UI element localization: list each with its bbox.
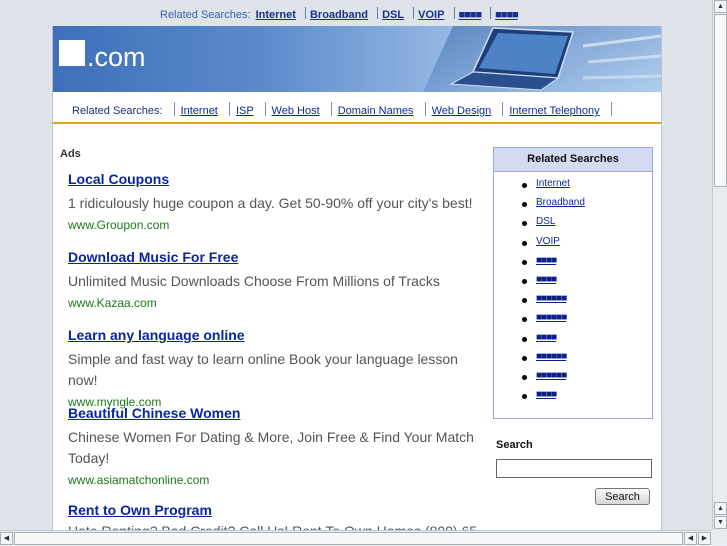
ad-url[interactable]: www.asiamatchonline.com <box>68 473 478 487</box>
nav-link-internet-telephony[interactable]: Internet Telephony <box>509 105 599 117</box>
related-link[interactable]: ■■■■■■ <box>536 293 567 304</box>
site-domain: .com <box>87 42 146 72</box>
divider <box>377 7 379 19</box>
related-link[interactable]: ■■■■■■ <box>536 312 567 323</box>
ad-url[interactable]: www.Groupon.com <box>68 218 478 232</box>
list-item: Internet <box>516 178 585 197</box>
nav-related-label: Related Searches: <box>72 105 163 117</box>
ad-description: 1 ridiculously huge coupon a day. Get 50… <box>68 195 473 211</box>
top-link-broadband[interactable]: Broadband <box>310 9 368 21</box>
ad-description: Hate Renting? Bad Credit? Call Us! Rent … <box>68 521 478 530</box>
divider <box>502 102 504 116</box>
laptop-banner-image <box>423 26 661 92</box>
divider <box>453 7 455 19</box>
top-link-internet[interactable]: Internet <box>256 9 296 21</box>
related-searches-list: Internet Broadband DSL VOIP ■■■■ ■■■■ ■■… <box>516 178 585 408</box>
list-item: ■■■■ <box>516 332 585 351</box>
nav-link-internet[interactable]: Internet <box>181 105 218 117</box>
ad-description: Unlimited Music Downloads Choose From Mi… <box>68 273 440 289</box>
ad-item: Download Music For Free Unlimited Music … <box>68 249 478 310</box>
scroll-up-icon[interactable]: ▲ <box>714 0 727 13</box>
search-button[interactable]: Search <box>595 488 650 505</box>
related-link[interactable]: DSL <box>536 216 555 227</box>
list-item: ■■■■■■ <box>516 312 585 331</box>
divider <box>228 102 230 116</box>
ad-item: Local Coupons 1 ridiculously huge coupon… <box>68 171 478 232</box>
scrollbar-corner <box>712 530 727 545</box>
list-item: ■■■■■■ <box>516 351 585 370</box>
ad-item: Learn any language online Simple and fas… <box>68 327 478 409</box>
horizontal-scroll-thumb[interactable] <box>14 532 683 545</box>
list-item: ■■■■■■ <box>516 370 585 389</box>
ad-description: Chinese Women For Dating & More, Join Fr… <box>68 429 474 466</box>
ad-item: Rent to Own Program Hate Renting? Bad Cr… <box>68 502 478 530</box>
ad-title-link[interactable]: Beautiful Chinese Women <box>68 405 478 421</box>
ad-title-link[interactable]: Rent to Own Program <box>68 502 478 518</box>
nav-link-web-host[interactable]: Web Host <box>272 105 320 117</box>
related-link[interactable]: ■■■■ <box>536 332 557 343</box>
divider <box>304 7 306 19</box>
nav-link-domain-names[interactable]: Domain Names <box>338 105 414 117</box>
related-link[interactable]: ■■■■ <box>536 255 557 266</box>
list-item: ■■■■ <box>516 274 585 293</box>
ad-url[interactable]: www.Kazaa.com <box>68 296 478 310</box>
top-related-searches-bar: Related Searches: Internet Broadband DSL… <box>0 0 712 26</box>
related-searches-title: Related Searches <box>494 148 652 172</box>
divider <box>490 7 492 19</box>
list-item: ■■■■ <box>516 255 585 274</box>
top-related-label: Related Searches: <box>160 9 251 21</box>
nav-link-isp[interactable]: ISP <box>236 105 254 117</box>
logo-box <box>59 40 85 66</box>
search-input[interactable] <box>496 459 652 478</box>
divider <box>424 102 426 116</box>
related-searches-box: Related Searches Internet Broadband DSL … <box>493 147 653 419</box>
list-item: DSL <box>516 216 585 235</box>
related-link[interactable]: ■■■■ <box>536 389 557 400</box>
ad-title-link[interactable]: Local Coupons <box>68 171 478 187</box>
divider <box>330 102 332 116</box>
top-link-5[interactable]: ■■■■ <box>459 9 483 21</box>
top-link-6[interactable]: ■■■■ <box>495 9 519 21</box>
scroll-left-icon[interactable]: ◀ <box>684 532 697 545</box>
vertical-scrollbar[interactable]: ▲ ▲ ▼ <box>712 0 727 530</box>
horizontal-scrollbar[interactable]: ◀ ◀ ▶ <box>0 530 712 546</box>
divider <box>413 7 415 19</box>
list-item: VOIP <box>516 236 585 255</box>
ad-title-link[interactable]: Learn any language online <box>68 327 478 343</box>
list-item: ■■■■■■ <box>516 293 585 312</box>
search-title: Search <box>496 439 533 451</box>
list-item: Broadband <box>516 197 585 216</box>
list-item: ■■■■ <box>516 389 585 408</box>
related-link[interactable]: VOIP <box>536 236 560 247</box>
ad-title-link[interactable]: Download Music For Free <box>68 249 478 265</box>
related-link[interactable]: Internet <box>536 178 570 189</box>
top-link-dsl[interactable]: DSL <box>382 9 404 21</box>
nav-link-web-design[interactable]: Web Design <box>432 105 492 117</box>
scroll-down-icon[interactable]: ▼ <box>714 516 727 529</box>
top-link-voip[interactable]: VOIP <box>418 9 444 21</box>
vertical-scroll-thumb[interactable] <box>714 14 727 187</box>
scroll-right-icon[interactable]: ▶ <box>698 532 711 545</box>
divider <box>610 102 612 116</box>
related-link[interactable]: ■■■■■■ <box>536 370 567 381</box>
divider <box>264 102 266 116</box>
page-content: .com Related Searches: Internet ISP Web … <box>52 26 662 530</box>
related-link[interactable]: ■■■■ <box>536 274 557 285</box>
scroll-left-icon[interactable]: ◀ <box>0 532 13 545</box>
ads-label: Ads <box>60 148 81 160</box>
scroll-up-icon[interactable]: ▲ <box>714 502 727 515</box>
nav-related-searches: Related Searches: Internet ISP Web Host … <box>53 92 661 124</box>
ad-item: Beautiful Chinese Women Chinese Women Fo… <box>68 405 478 487</box>
site-header: .com <box>53 26 661 92</box>
divider <box>173 102 175 116</box>
ad-description: Simple and fast way to learn online Book… <box>68 351 458 388</box>
related-link[interactable]: ■■■■■■ <box>536 351 567 362</box>
related-link[interactable]: Broadband <box>536 197 585 208</box>
